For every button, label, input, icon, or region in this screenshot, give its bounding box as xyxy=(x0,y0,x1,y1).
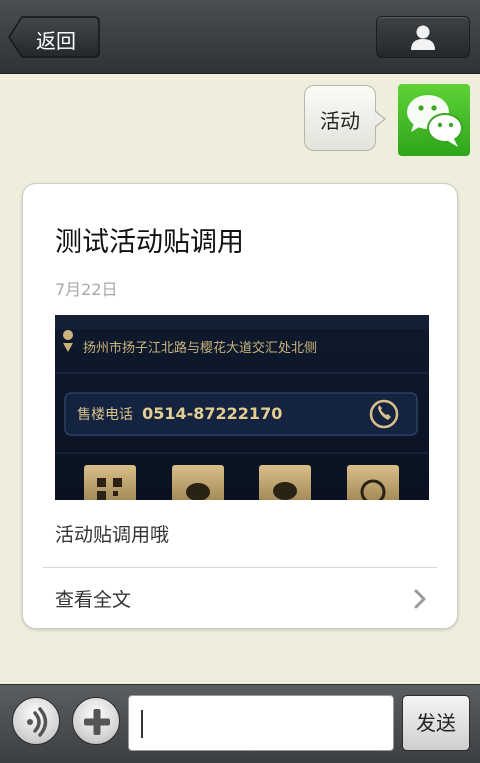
message-text: 活动 xyxy=(320,109,360,133)
article-card[interactable]: 测试活动贴调用 7月22日 扬州市扬子江北路与樱花大道交汇处北侧 售楼电话 05… xyxy=(22,183,458,629)
wechat-avatar-icon[interactable] xyxy=(398,84,470,156)
cover-address: 扬州市扬子江北路与樱花大道交汇处北侧 xyxy=(83,341,318,356)
voice-button[interactable] xyxy=(12,697,60,745)
article-title: 测试活动贴调用 xyxy=(55,227,244,258)
cover-phone-row: 售楼电话 0514-87222170 xyxy=(77,404,282,424)
back-label: 返回 xyxy=(36,29,76,53)
back-button[interactable]: 返回 xyxy=(8,16,100,58)
read-more-link[interactable]: 查看全文 xyxy=(23,568,457,628)
message-input[interactable] xyxy=(128,695,394,751)
plus-button[interactable] xyxy=(72,697,120,745)
top-bar: 返回 xyxy=(0,0,480,74)
text-caret xyxy=(141,710,143,738)
cover-phone-number: 0514-87222170 xyxy=(142,404,283,423)
voice-icon xyxy=(27,707,48,737)
input-bar: 发送 xyxy=(0,684,480,763)
cover-phone-label: 售楼电话 xyxy=(77,407,133,423)
message-bubble[interactable]: 活动 xyxy=(304,85,386,151)
chevron-right-icon xyxy=(414,589,426,609)
send-button[interactable]: 发送 xyxy=(402,695,470,751)
article-cover-image: 扬州市扬子江北路与樱花大道交汇处北侧 售楼电话 0514-87222170 xyxy=(55,315,429,500)
profile-button[interactable] xyxy=(376,16,470,58)
wechat-logo-icon xyxy=(407,95,463,147)
plus-icon xyxy=(84,709,110,735)
person-icon xyxy=(411,25,435,50)
article-date: 7月22日 xyxy=(55,280,118,299)
article-description: 活动贴调用哦 xyxy=(55,524,170,546)
read-more-label: 查看全文 xyxy=(55,589,132,611)
